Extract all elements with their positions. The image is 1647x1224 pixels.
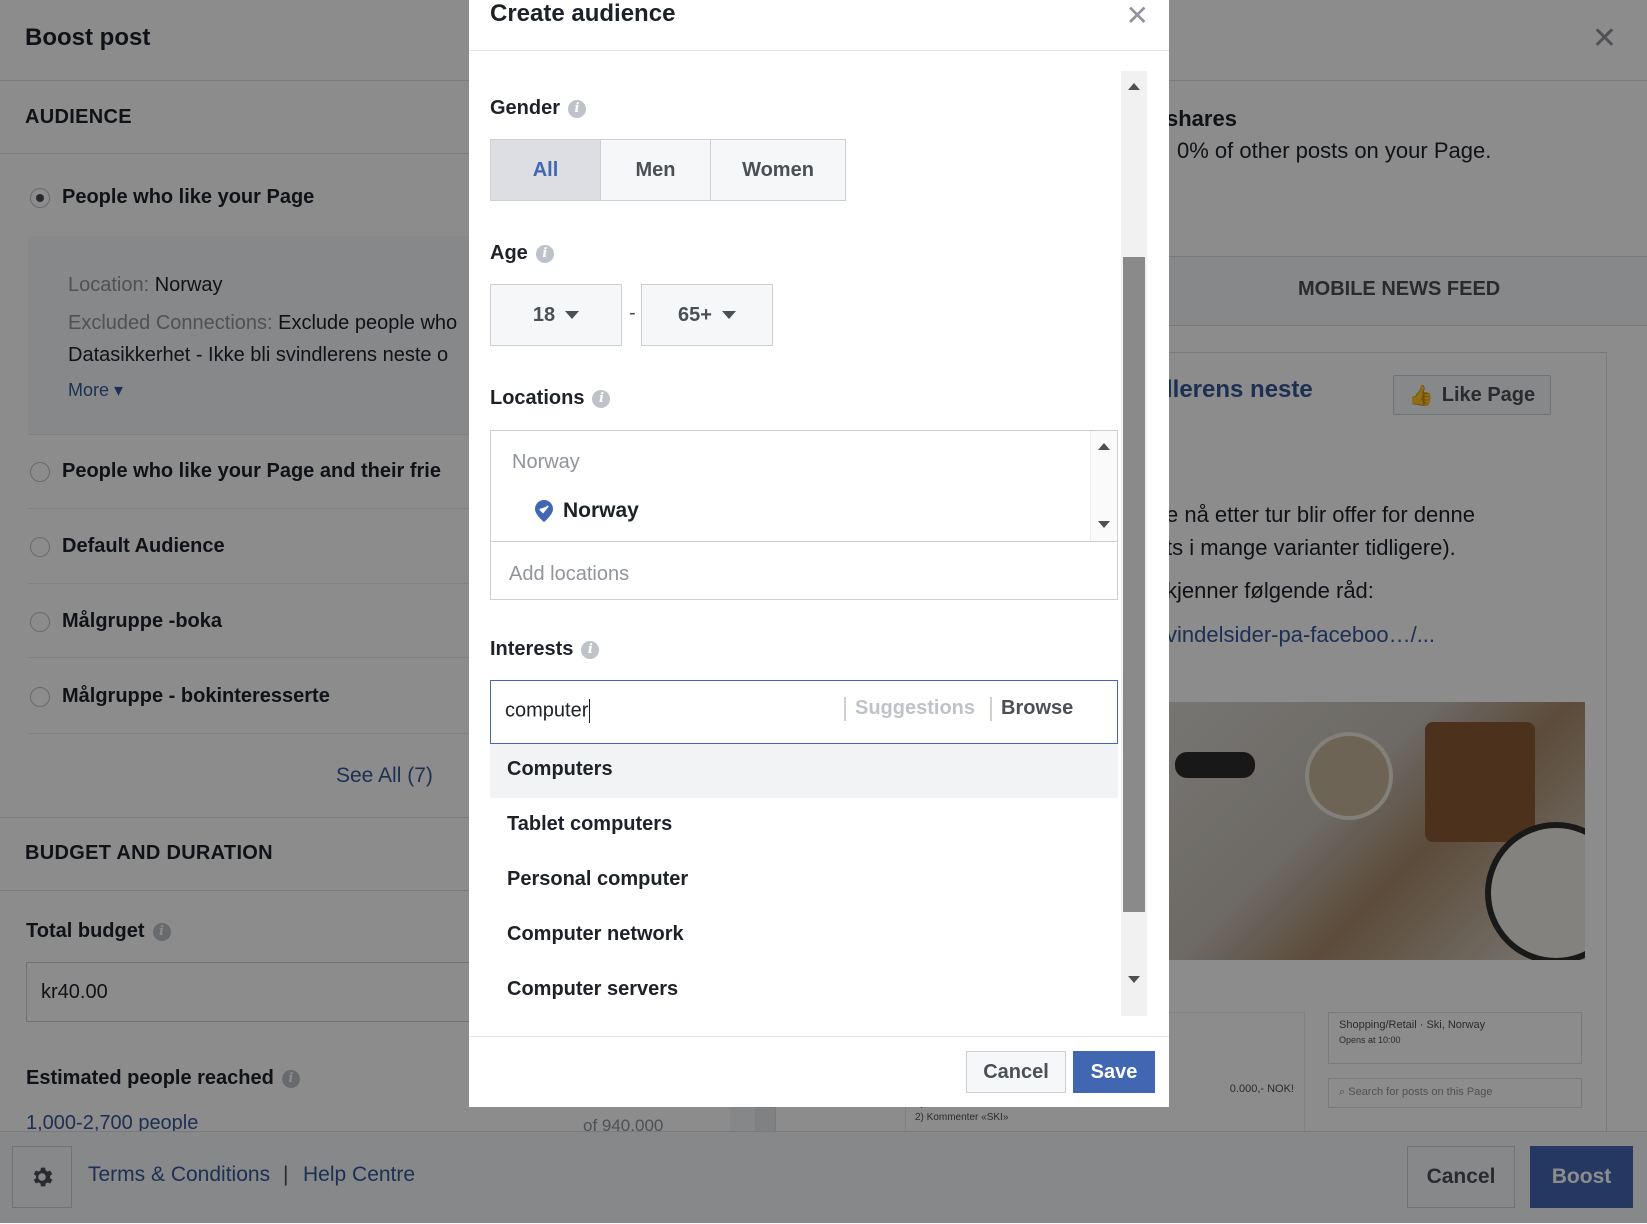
modal-header: Create audience ✕ xyxy=(469,0,1169,51)
divider xyxy=(844,697,846,721)
chevron-down-icon xyxy=(721,311,736,319)
locations-box: Norway Norway Add locations xyxy=(490,430,1118,600)
location-item-norway[interactable]: Norway xyxy=(535,499,639,523)
interests-results-dropdown: Computers Tablet computers Personal comp… xyxy=(490,744,1118,1014)
interests-label: Interests i xyxy=(490,638,600,661)
info-icon[interactable]: i xyxy=(535,244,554,263)
divider xyxy=(990,697,992,721)
gender-label: Gender i xyxy=(490,97,587,120)
locations-list: Norway Norway xyxy=(491,431,1117,542)
interest-result-item[interactable]: Tablet computers xyxy=(490,799,1118,853)
save-button[interactable]: Save xyxy=(1073,1051,1155,1093)
modal-scrollbar-thumb[interactable] xyxy=(1123,257,1145,912)
age-separator: - xyxy=(629,302,636,324)
interest-result-item[interactable]: Computers xyxy=(490,744,1118,798)
info-icon[interactable]: i xyxy=(568,99,587,118)
age-min-value: 18 xyxy=(532,303,556,326)
chevron-down-icon xyxy=(565,311,580,319)
interests-label-text: Interests xyxy=(490,638,574,660)
age-label: Age i xyxy=(490,242,554,265)
browse-button[interactable]: Browse xyxy=(1001,697,1073,720)
cancel-button[interactable]: Cancel xyxy=(966,1051,1066,1093)
add-locations-input[interactable]: Add locations xyxy=(509,563,629,586)
interest-result-item[interactable]: Computer servers xyxy=(490,964,1118,1014)
info-icon[interactable]: i xyxy=(581,640,600,659)
scroll-up-icon[interactable] xyxy=(1128,83,1140,90)
map-pin-icon xyxy=(535,500,553,522)
locations-label-text: Locations xyxy=(490,387,585,409)
locations-group-heading: Norway xyxy=(512,451,580,473)
gender-men-button[interactable]: Men xyxy=(601,140,711,200)
suggestions-button[interactable]: Suggestions xyxy=(855,697,975,720)
scroll-up-icon[interactable] xyxy=(1098,443,1110,450)
locations-label: Locations i xyxy=(490,387,611,410)
age-max-select[interactable]: 65+ xyxy=(641,284,773,346)
interests-input[interactable]: computer Suggestions Browse xyxy=(490,680,1118,744)
interest-result-item[interactable]: Computer network xyxy=(490,909,1118,963)
age-label-text: Age xyxy=(490,242,528,264)
modal-footer: Cancel Save xyxy=(469,1036,1169,1107)
scroll-down-icon[interactable] xyxy=(1098,521,1110,528)
location-item-label: Norway xyxy=(563,499,639,522)
scroll-down-icon[interactable] xyxy=(1128,976,1140,983)
interest-result-item[interactable]: Personal computer xyxy=(490,854,1118,908)
close-icon[interactable]: ✕ xyxy=(1126,2,1149,30)
gender-selector: All Men Women xyxy=(490,139,846,201)
modal-title: Create audience xyxy=(490,0,676,27)
gender-all-button[interactable]: All xyxy=(491,140,601,200)
interests-input-value[interactable]: computer xyxy=(505,699,590,723)
gender-label-text: Gender xyxy=(490,97,561,119)
age-min-select[interactable]: 18 xyxy=(490,284,622,346)
create-audience-modal: Create audience ✕ Gender i All Men Women… xyxy=(469,0,1169,1107)
info-icon[interactable]: i xyxy=(592,389,611,408)
locations-scrollbar[interactable] xyxy=(1090,431,1117,541)
gender-women-button[interactable]: Women xyxy=(711,140,845,200)
age-max-value: 65+ xyxy=(678,303,712,326)
